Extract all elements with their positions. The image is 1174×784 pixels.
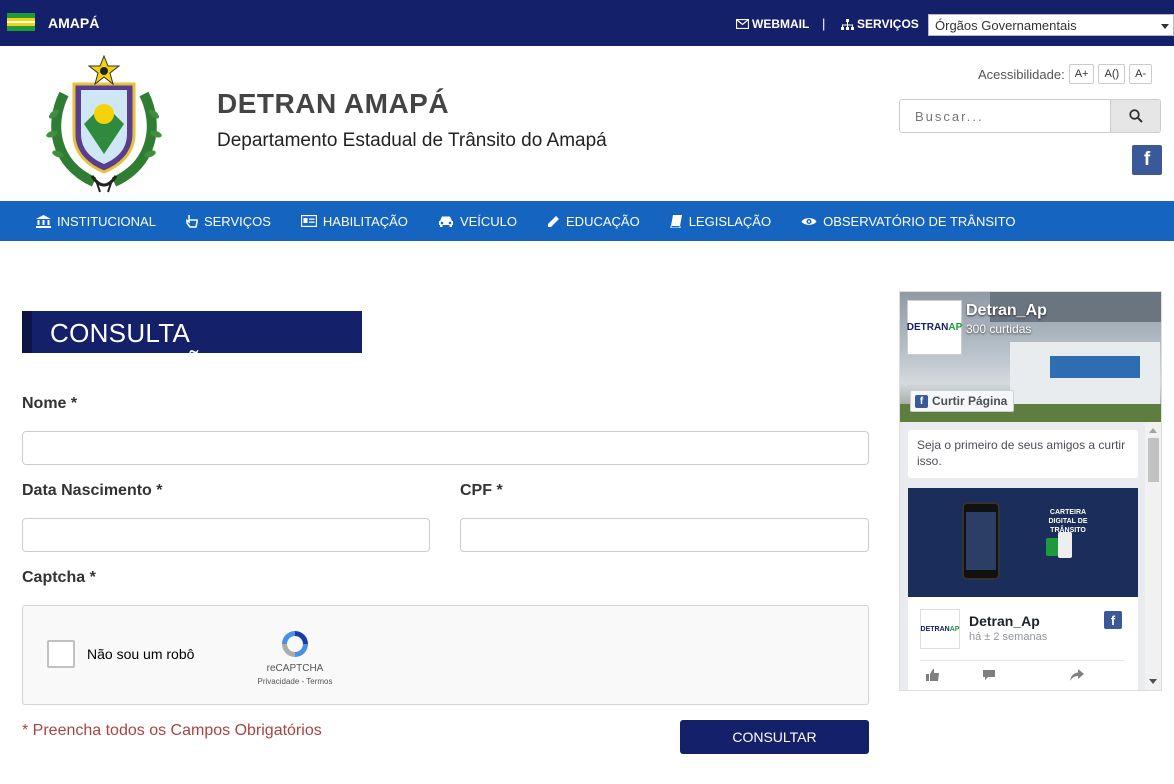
services-label: SERVIÇOS	[857, 17, 919, 31]
nav-label: INSTITUCIONAL	[57, 213, 156, 229]
scroll-up-icon[interactable]	[1149, 428, 1157, 433]
facebook-icon: f	[1104, 611, 1122, 629]
car-icon	[438, 216, 453, 227]
amapa-flag-icon	[7, 13, 35, 31]
nav-label: OBSERVATÓRIO DE TRÂNSITO	[823, 213, 1016, 229]
org-select[interactable]: Órgãos Governamentais	[928, 14, 1174, 36]
facebook-page-widget: DETRANAP Detran_Ap 300 curtidas f Curtir…	[899, 291, 1162, 691]
birth-date-field[interactable]	[22, 518, 430, 552]
name-label: Nome *	[22, 395, 78, 412]
site-title: DETRAN AMAPÁ	[217, 88, 450, 119]
facebook-icon: f	[1143, 149, 1151, 170]
facebook-post: DETRANAP Detran_Ap há ± 2 semanas f	[908, 597, 1138, 690]
services-link[interactable]: SERVIÇOS	[841, 17, 919, 31]
recaptcha-widget: Não sou um robô reCAPTCHA Privacidade - …	[22, 605, 869, 705]
font-decrease-button[interactable]: A-	[1129, 64, 1153, 84]
envelope-icon	[736, 19, 749, 29]
top-bar: AMAPÁ WEBMAIL | SERVIÇOS Órgãos Governam…	[0, 0, 1174, 46]
nav-label: VEÍCULO	[459, 213, 518, 229]
captcha-brand: reCAPTCHA	[266, 663, 324, 674]
post-timestamp[interactable]: há ± 2 semanas	[969, 631, 1047, 643]
chevron-down-icon	[1161, 24, 1169, 29]
nav-item-habilitacao[interactable]: HABILITAÇÃO	[300, 213, 408, 229]
nav-label: LEGISLAÇÃO	[688, 213, 772, 229]
avatar-text: DETRAN	[906, 322, 949, 333]
post-divider	[920, 660, 1124, 661]
facebook-page-avatar[interactable]: DETRANAP	[907, 300, 962, 355]
accessibility-controls: Acessibilidade: A+ A() A-	[978, 64, 1153, 84]
name-field[interactable]	[22, 431, 869, 465]
captcha-terms-link[interactable]: Privacidade - Termos	[241, 677, 349, 686]
nav-item-servicos[interactable]: SERVIÇOS	[186, 214, 271, 229]
main-nav: INSTITUCIONAL SERVIÇOS HABILITAÇÃO VEÍCU…	[0, 201, 1174, 241]
bank-icon	[36, 214, 51, 228]
facebook-link-button[interactable]: f	[1132, 145, 1162, 175]
nav-item-educacao[interactable]: EDUCAÇÃO	[547, 214, 640, 229]
webmail-link[interactable]: WEBMAIL	[736, 17, 809, 31]
font-increase-button[interactable]: A+	[1068, 64, 1095, 84]
like-page-label: Curtir Página	[932, 394, 1008, 408]
facebook-likes-count: 300 curtidas	[966, 322, 1032, 336]
nav-item-institucional[interactable]: INSTITUCIONAL	[36, 214, 156, 229]
font-reset-button[interactable]: A()	[1098, 64, 1126, 84]
site-subtitle: Departamento Estadual de Trânsito do Ama…	[217, 130, 607, 151]
nav-item-observatorio[interactable]: OBSERVATÓRIO DE TRÂNSITO	[801, 214, 1015, 229]
scrollbar-thumb[interactable]	[1148, 438, 1159, 482]
facebook-icon: f	[915, 394, 928, 408]
hand-pointer-icon	[186, 215, 198, 228]
pencil-icon	[548, 215, 560, 227]
facebook-friends-note: Seja o primeiro de seus amigos a curtir …	[908, 430, 1138, 478]
page-title: CONSULTA HABILITAÇÃO	[50, 318, 224, 379]
required-fields-note: * Preencha todos os Campos Obrigatórios	[22, 722, 322, 739]
page-title-banner: CONSULTA HABILITAÇÃO	[22, 311, 362, 379]
recaptcha-icon	[282, 631, 308, 657]
org-select-value: Órgãos Governamentais	[935, 18, 1077, 33]
cpf-label: CPF *	[460, 482, 503, 499]
eye-icon	[801, 217, 817, 225]
avatar-text: DETRAN	[920, 625, 950, 633]
consultar-button[interactable]: CONSULTAR	[680, 720, 869, 754]
facebook-post-image[interactable]: CARTEIRA DIGITAL DE TRÂNSITO	[908, 488, 1138, 597]
facebook-like-page-button[interactable]: f Curtir Página	[910, 390, 1015, 412]
captcha-checkbox-label: Não sou um robô	[87, 646, 195, 662]
top-separator: |	[822, 16, 826, 31]
facebook-page-name[interactable]: Detran_Ap	[966, 302, 1047, 320]
nav-label: SERVIÇOS	[203, 213, 271, 229]
search-input[interactable]	[900, 100, 1110, 132]
state-name[interactable]: AMAPÁ	[48, 15, 99, 31]
post-author-name[interactable]: Detran_Ap	[969, 613, 1040, 629]
widget-scrollbar[interactable]	[1145, 422, 1161, 690]
search-button[interactable]	[1110, 100, 1160, 132]
comment-icon[interactable]	[982, 669, 996, 681]
captcha-checkbox[interactable]	[47, 640, 75, 668]
id-card-icon	[300, 215, 317, 227]
birth-date-label: Data Nascimento *	[22, 482, 163, 499]
nav-item-veiculo[interactable]: VEÍCULO	[438, 214, 517, 229]
webmail-label: WEBMAIL	[752, 17, 810, 31]
book-icon	[670, 214, 682, 228]
like-icon[interactable]	[926, 669, 940, 681]
accessibility-label: Acessibilidade:	[978, 66, 1065, 82]
share-icon[interactable]	[1070, 669, 1084, 681]
avatar-text-accent: AP	[949, 625, 960, 633]
facebook-cover-photo[interactable]: DETRANAP Detran_Ap 300 curtidas f Curtir…	[900, 292, 1161, 422]
search-icon	[1128, 109, 1143, 123]
post-image-caption: CARTEIRA DIGITAL DE TRÂNSITO	[1048, 509, 1088, 534]
post-author-avatar[interactable]: DETRANAP	[920, 609, 960, 649]
nav-label: HABILITAÇÃO	[322, 213, 408, 229]
state-coat-of-arms-logo[interactable]	[44, 54, 164, 194]
avatar-text-accent: AP	[948, 322, 963, 333]
nav-label: EDUCAÇÃO	[566, 213, 640, 229]
nav-item-legislacao[interactable]: LEGISLAÇÃO	[670, 214, 771, 229]
sitemap-icon	[841, 18, 854, 30]
search-box	[899, 99, 1161, 133]
scroll-down-icon[interactable]	[1149, 679, 1157, 684]
cpf-field[interactable]	[460, 518, 869, 552]
captcha-label: Captcha *	[22, 569, 96, 586]
